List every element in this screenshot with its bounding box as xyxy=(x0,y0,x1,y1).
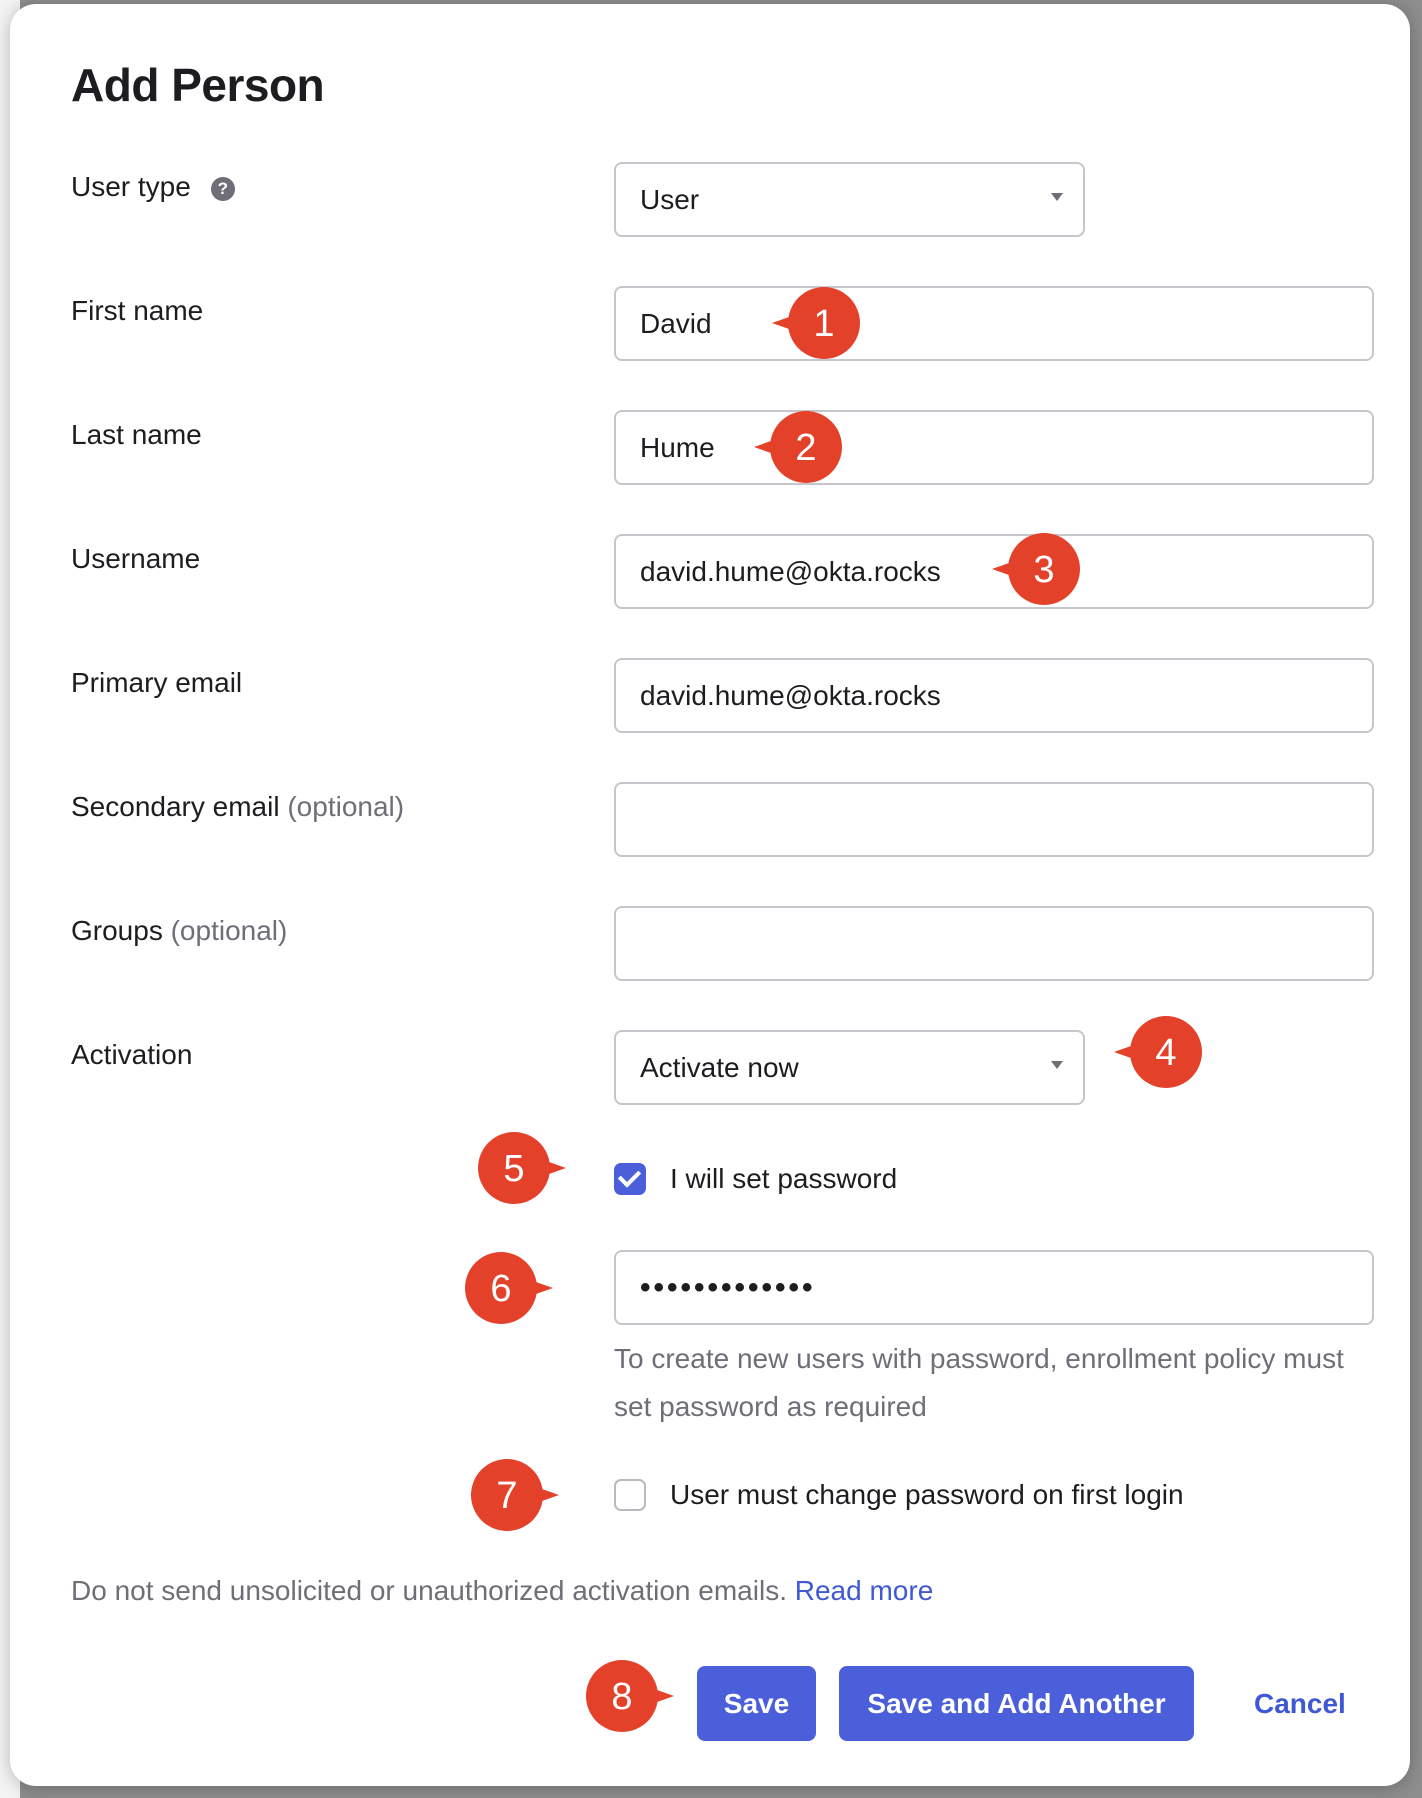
read-more-link[interactable]: Read more xyxy=(795,1575,934,1606)
username-label: Username xyxy=(71,543,201,574)
change-password-checkbox[interactable] xyxy=(614,1479,646,1511)
secondary-email-field[interactable] xyxy=(614,782,1374,857)
primary-email-field[interactable]: david.hume@okta.rocks xyxy=(614,658,1374,733)
step-marker-7: 7 xyxy=(459,1455,567,1535)
user-type-value: User xyxy=(640,183,700,215)
password-value: ••••••••••••• xyxy=(640,1270,816,1304)
checkmark-icon xyxy=(617,1164,642,1188)
save-button[interactable]: Save xyxy=(697,1666,816,1741)
change-password-label: User must change password on first login xyxy=(670,1479,1184,1510)
step-marker-3: 3 xyxy=(984,529,1092,609)
step-marker-5: 5 xyxy=(466,1128,574,1208)
chevron-down-icon xyxy=(1051,193,1063,201)
help-icon[interactable]: ? xyxy=(210,177,235,201)
last-name-field[interactable]: Hume xyxy=(614,410,1374,485)
step-number: 3 xyxy=(1033,549,1054,591)
user-type-select[interactable]: User xyxy=(614,162,1085,237)
step-marker-6: 6 xyxy=(453,1248,561,1328)
password-hint: To create new users with password, enrol… xyxy=(614,1343,1344,1422)
step-marker-1: 1 xyxy=(764,283,872,363)
step-number: 2 xyxy=(795,427,816,469)
cancel-button[interactable]: Cancel xyxy=(1254,1666,1346,1741)
chevron-down-icon xyxy=(1051,1061,1063,1069)
activation-value: Activate now xyxy=(640,1051,799,1083)
add-person-dialog: Add Person User type? User First name Da… xyxy=(10,4,1410,1786)
step-number: 4 xyxy=(1155,1032,1176,1074)
activation-disclaimer: Do not send unsolicited or unauthorized … xyxy=(71,1575,934,1606)
user-type-label: User type? xyxy=(71,170,235,204)
set-password-label: I will set password xyxy=(670,1163,898,1194)
step-number: 1 xyxy=(813,303,834,345)
optional-tag: (optional) xyxy=(170,915,288,946)
first-name-label: First name xyxy=(71,295,204,326)
step-number: 5 xyxy=(503,1148,524,1190)
step-number: 7 xyxy=(496,1475,517,1517)
activation-label: Activation xyxy=(71,1039,193,1070)
primary-email-label: Primary email xyxy=(71,667,243,698)
optional-tag: (optional) xyxy=(287,791,405,822)
step-number: 8 xyxy=(611,1676,632,1718)
groups-field[interactable] xyxy=(614,906,1374,981)
dialog-title: Add Person xyxy=(71,59,325,111)
step-marker-8: 8 xyxy=(574,1656,682,1736)
last-name-label: Last name xyxy=(71,419,202,450)
activation-select[interactable]: Activate now xyxy=(614,1030,1085,1105)
step-marker-4: 4 xyxy=(1106,1012,1214,1092)
save-and-add-another-button[interactable]: Save and Add Another xyxy=(839,1666,1194,1741)
first-name-field[interactable]: David xyxy=(614,286,1374,361)
secondary-email-label: Secondary email (optional) xyxy=(71,791,405,822)
step-number: 6 xyxy=(490,1268,511,1310)
set-password-checkbox[interactable] xyxy=(614,1163,646,1195)
password-field[interactable]: ••••••••••••• xyxy=(614,1250,1374,1325)
step-marker-2: 2 xyxy=(746,407,854,487)
groups-label: Groups (optional) xyxy=(71,915,288,946)
